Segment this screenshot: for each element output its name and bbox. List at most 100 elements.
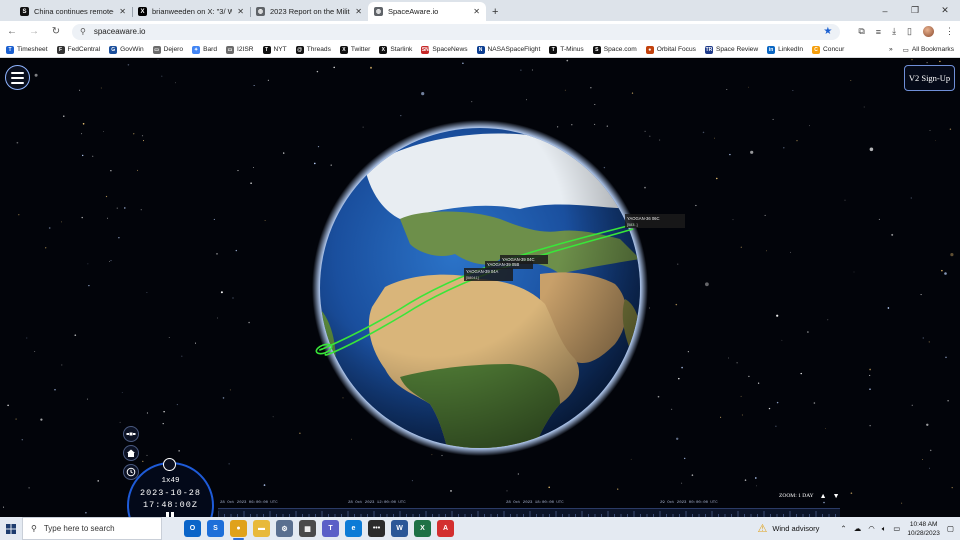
- reload-icon[interactable]: ↻: [50, 26, 62, 37]
- zoom-in-arrow-icon[interactable]: ▲: [820, 492, 827, 500]
- bookmark-favicon-icon: S: [592, 45, 601, 54]
- bookmark-item[interactable]: G GovWin: [109, 45, 144, 54]
- bookmark-item[interactable]: X Starlink: [379, 45, 412, 54]
- all-bookmarks-folder[interactable]: ▭ All Bookmarks: [903, 46, 954, 54]
- wifi-icon[interactable]: ◠: [868, 524, 875, 533]
- acrobat-icon[interactable]: A: [437, 520, 454, 537]
- bookmark-item[interactable]: T NYT: [262, 45, 287, 54]
- more-bookmarks-button[interactable]: »: [889, 46, 893, 53]
- browser-toolbar: ← → ↻ ⚲ spaceaware.io ★ ⧉ ≡ ⤓ ▯ ⋮: [0, 21, 960, 42]
- taskbar-apps: O S ● ▬ ⚙ ▦ Te ••• W X A: [184, 520, 454, 540]
- v2-signup-button[interactable]: V2 Sign-Up: [904, 65, 955, 91]
- site-info-icon[interactable]: ⚲: [80, 27, 86, 36]
- close-icon[interactable]: ✕: [473, 7, 480, 16]
- taskbar-search-box[interactable]: ⚲ Type here to search: [22, 517, 162, 540]
- windows-taskbar: ⚲ Type here to search O S ● ▬ ⚙ ▦ Te ••• W X A ⚠ W…: [0, 517, 960, 540]
- back-arrow-icon[interactable]: ←: [6, 26, 18, 37]
- notification-icon[interactable]: ▢: [947, 524, 954, 533]
- bookmark-item[interactable]: in LinkedIn: [767, 45, 804, 54]
- weather-text: Wind advisory: [772, 524, 820, 533]
- extensions-icon[interactable]: ⧉: [858, 26, 864, 37]
- word-icon[interactable]: W: [391, 520, 408, 537]
- chrome-icon[interactable]: ●: [230, 520, 247, 540]
- tab-4-active[interactable]: ◍ SpaceAware.io ✕: [368, 2, 486, 21]
- explorer-icon[interactable]: ▬: [253, 520, 270, 537]
- satellite-label-yaogan-39-04a[interactable]: YAOGAN-39 04A [58041]: [464, 268, 513, 281]
- bookmark-item[interactable]: T T-Minus: [549, 45, 584, 54]
- timeline-scrubber[interactable]: 28 Oct 2023 06:00:00 UTC 28 Oct 2023 12:…: [218, 499, 840, 517]
- satellite-label-id: [583..]: [627, 223, 638, 227]
- bookmark-item[interactable]: C Concur: [812, 45, 844, 54]
- spaceaware-icon[interactable]: S: [207, 520, 224, 537]
- media-icon[interactable]: ≡: [876, 27, 881, 37]
- bookmark-label: GovWin: [120, 46, 144, 53]
- taskbar-clock[interactable]: 10:48 AM 10/28/2023: [907, 520, 940, 538]
- bookmark-favicon-icon: TR: [704, 45, 713, 54]
- minimize-button[interactable]: –: [870, 0, 900, 21]
- bookmark-item[interactable]: X Twitter: [339, 45, 370, 54]
- chat-icon[interactable]: •••: [368, 520, 385, 537]
- bookmark-item[interactable]: F FedCentral: [56, 45, 100, 54]
- teams-icon[interactable]: T: [322, 520, 339, 537]
- address-bar[interactable]: ⚲ spaceaware.io ★: [72, 23, 841, 40]
- home-icon[interactable]: [123, 445, 139, 461]
- speed-dial-knob[interactable]: [163, 458, 176, 471]
- hamburger-menu-icon[interactable]: [5, 65, 30, 90]
- bookmark-star-icon[interactable]: ★: [823, 26, 832, 37]
- satellite-label-yaogan-36-06c[interactable]: YAOGAN-36 06C [583..]: [625, 214, 685, 228]
- tab-2[interactable]: X brianweeden on X: "3/ While i ✕: [132, 2, 250, 21]
- bookmark-favicon-icon: ✦: [192, 45, 201, 54]
- forward-arrow-icon[interactable]: →: [28, 26, 40, 37]
- speaker-icon[interactable]: 🔈︎: [882, 524, 887, 534]
- windows-start-icon[interactable]: [0, 523, 22, 534]
- bookmark-item[interactable]: ▭ I2ISR: [226, 45, 254, 54]
- kebab-menu-icon[interactable]: ⋮: [945, 26, 954, 37]
- weather-widget[interactable]: ⚠ Wind advisory: [757, 522, 819, 535]
- bookmark-label: I2ISR: [237, 46, 254, 53]
- zoom-out-arrow-icon[interactable]: ▼: [833, 492, 840, 500]
- search-placeholder: Type here to search: [43, 524, 115, 533]
- bookmark-favicon-icon: X: [379, 45, 388, 54]
- close-window-button[interactable]: ✕: [930, 0, 960, 21]
- download-icon[interactable]: ⤓: [892, 26, 896, 37]
- bookmark-item[interactable]: N NASASpaceFlight: [476, 45, 540, 54]
- bookmark-item[interactable]: SN SpaceNews: [421, 45, 468, 54]
- close-icon[interactable]: ✕: [119, 7, 126, 16]
- bookmark-item[interactable]: ● Orbital Focus: [645, 45, 696, 54]
- globe-canvas[interactable]: YAOGAN-36 06C [583..] YAOGAN-39 04C YAOG…: [0, 59, 960, 517]
- cloud-icon[interactable]: ☁: [854, 524, 862, 533]
- profile-avatar[interactable]: [923, 26, 934, 37]
- bookmark-favicon-icon: ▭: [152, 45, 161, 54]
- close-icon[interactable]: ✕: [237, 7, 244, 16]
- outlook-icon[interactable]: O: [184, 520, 201, 537]
- tab-3[interactable]: ◍ 2023 Report on the Military an ✕: [250, 2, 368, 21]
- bookmark-label: LinkedIn: [778, 46, 804, 53]
- bookmark-item[interactable]: ▭ Dejero: [152, 45, 183, 54]
- settings-app-icon[interactable]: ⚙: [276, 520, 293, 537]
- bookmark-item[interactable]: @ Threads: [295, 45, 331, 54]
- sidepanel-icon[interactable]: ▯: [907, 26, 912, 37]
- battery-icon[interactable]: ▭: [893, 524, 900, 533]
- url-text[interactable]: spaceaware.io: [94, 27, 146, 36]
- timeline-tick-label: 28 Oct 2023 12:00:00 UTC: [348, 501, 406, 505]
- bookmark-item[interactable]: ✦ Bard: [192, 45, 217, 54]
- tab-favicon: X: [138, 7, 147, 16]
- tab-1[interactable]: S China continues remote-sensin ✕: [14, 2, 132, 21]
- tab-title: 2023 Report on the Military an: [270, 7, 350, 16]
- calculator-icon[interactable]: ▦: [299, 520, 316, 537]
- close-icon[interactable]: ✕: [355, 7, 362, 16]
- new-tab-button[interactable]: +: [492, 2, 498, 21]
- bookmark-item[interactable]: TR Space Review: [704, 45, 758, 54]
- satellite-icon[interactable]: [123, 426, 139, 442]
- bookmark-item[interactable]: S Space.com: [592, 45, 637, 54]
- chevron-up-icon[interactable]: ⌃: [840, 524, 846, 533]
- edge-icon[interactable]: e: [345, 520, 362, 537]
- excel-icon[interactable]: X: [414, 520, 431, 537]
- bookmark-item[interactable]: T Timesheet: [6, 45, 48, 54]
- playback-speed[interactable]: 1x49: [129, 477, 212, 485]
- maximize-button[interactable]: ❐: [900, 0, 930, 21]
- system-tray: ⚠ Wind advisory ⌃ ☁ ◠ 🔈︎ ▭ 10:48 AM 10/2…: [757, 520, 960, 538]
- spaceaware-viewport[interactable]: YAOGAN-36 06C [583..] YAOGAN-39 04C YAOG…: [0, 59, 960, 517]
- bookmarks-bar: T Timesheet F FedCentral G GovWin ▭ Dejero ✦ Bard…: [0, 42, 960, 58]
- satellite-label-yaogan-39-05b[interactable]: YAOGAN-39 05B: [485, 261, 533, 269]
